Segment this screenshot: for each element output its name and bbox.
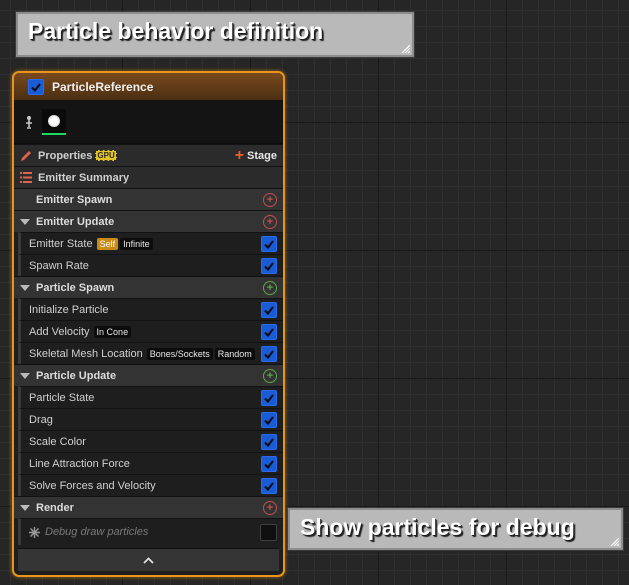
module-enable-checkbox[interactable] xyxy=(261,345,277,362)
emitter-summary-row[interactable]: Emitter Summary xyxy=(14,166,283,188)
module-tag: Bones/Sockets xyxy=(146,347,213,360)
module-label: Solve Forces and Velocity xyxy=(29,479,156,492)
emitter-thumbnail[interactable] xyxy=(42,108,66,135)
pencil-icon xyxy=(21,150,31,161)
checkmark-icon xyxy=(264,481,274,491)
checkmark-icon xyxy=(264,415,274,425)
module-tag: Self xyxy=(96,237,119,250)
add-module-icon[interactable]: + xyxy=(263,192,277,207)
collapse-arrow-icon[interactable] xyxy=(20,504,30,511)
emitter-enable-checkbox[interactable] xyxy=(28,78,44,95)
collapse-arrow-icon[interactable] xyxy=(20,218,30,225)
plus-icon: + xyxy=(234,146,245,164)
module-particle-state[interactable]: Particle State xyxy=(18,386,283,408)
node-title: ParticleReference xyxy=(52,79,154,94)
checkmark-icon xyxy=(264,437,274,447)
section-label: Emitter Spawn xyxy=(36,193,113,206)
section-particle-update[interactable]: Particle Update + xyxy=(14,364,283,386)
checkmark-icon xyxy=(264,305,274,315)
module-label: Skeletal Mesh Location xyxy=(29,347,143,360)
module-label: Line Attraction Force xyxy=(29,457,130,470)
module-drag[interactable]: Drag xyxy=(18,408,283,430)
module-label: Debug draw particles xyxy=(45,526,149,538)
module-solve-forces[interactable]: Solve Forces and Velocity xyxy=(18,474,283,496)
comment-text: Show particles for debug xyxy=(300,514,575,540)
module-skeletal-mesh-location[interactable]: Skeletal Mesh Location Bones/Sockets Ran… xyxy=(18,342,283,364)
checkmark-icon xyxy=(264,349,274,359)
section-render[interactable]: Render + xyxy=(14,496,283,518)
section-label: Particle Spawn xyxy=(36,281,115,294)
collapse-arrow-icon[interactable] xyxy=(20,372,30,379)
module-enable-checkbox[interactable] xyxy=(261,257,277,274)
comment-box-particle-behavior[interactable]: Particle behavior definition xyxy=(16,12,414,57)
module-label: Spawn Rate xyxy=(29,259,89,272)
module-enable-checkbox[interactable] xyxy=(261,389,277,406)
module-label: Emitter State xyxy=(29,237,93,250)
module-initialize-particle[interactable]: Initialize Particle xyxy=(18,298,283,320)
emitter-icon-row xyxy=(14,100,283,144)
add-module-icon[interactable]: + xyxy=(263,214,277,229)
stage-label: Stage xyxy=(247,149,277,162)
list-icon xyxy=(20,172,32,183)
resize-grip-icon[interactable] xyxy=(609,536,619,546)
comment-text: Particle behavior definition xyxy=(28,18,324,44)
module-tag: Infinite xyxy=(120,237,153,250)
add-stage-button[interactable]: + Stage xyxy=(234,146,277,164)
chevron-up-icon xyxy=(143,556,154,564)
emitter-summary-label: Emitter Summary xyxy=(38,171,130,184)
checkmark-icon xyxy=(264,459,274,469)
module-label: Particle State xyxy=(29,391,95,404)
section-emitter-update[interactable]: Emitter Update + xyxy=(14,210,283,232)
module-label: Drag xyxy=(29,413,53,426)
properties-row[interactable]: Properties GPU + Stage xyxy=(14,144,283,166)
module-enable-checkbox[interactable] xyxy=(261,477,277,494)
module-label: Add Velocity xyxy=(29,325,90,338)
checkmark-icon xyxy=(264,239,274,249)
module-enable-checkbox[interactable] xyxy=(261,301,277,318)
gpu-badge: GPU xyxy=(95,150,117,161)
checkmark-icon xyxy=(264,327,274,337)
properties-label: Properties xyxy=(38,149,93,162)
section-label: Emitter Update xyxy=(36,215,115,228)
module-enable-checkbox[interactable] xyxy=(261,411,277,428)
module-enable-checkbox[interactable] xyxy=(261,433,277,450)
resize-grip-icon[interactable] xyxy=(400,43,410,53)
module-add-velocity[interactable]: Add Velocity In Cone xyxy=(18,320,283,342)
module-tag: Random xyxy=(214,347,255,360)
checkmark-icon xyxy=(264,393,274,403)
node-header[interactable]: ParticleReference xyxy=(14,73,283,100)
add-module-icon[interactable]: + xyxy=(263,500,277,515)
collapse-node-button[interactable] xyxy=(18,548,279,571)
pin-icon[interactable] xyxy=(24,115,34,129)
emitter-node[interactable]: ParticleReference Properties GPU + Stage… xyxy=(12,71,285,577)
module-enable-checkbox[interactable] xyxy=(260,523,277,541)
comment-box-debug[interactable]: Show particles for debug xyxy=(288,508,623,550)
section-label: Particle Update xyxy=(36,369,117,382)
checkmark-icon xyxy=(264,261,274,271)
module-spawn-rate[interactable]: Spawn Rate xyxy=(18,254,283,276)
sprite-burst-icon xyxy=(29,526,40,538)
section-emitter-spawn[interactable]: Emitter Spawn + xyxy=(14,188,283,210)
sphere-icon xyxy=(48,114,60,127)
renderer-debug-draw[interactable]: Debug draw particles xyxy=(18,518,283,545)
module-enable-checkbox[interactable] xyxy=(261,235,277,252)
section-particle-spawn[interactable]: Particle Spawn + xyxy=(14,276,283,298)
module-enable-checkbox[interactable] xyxy=(261,323,277,340)
section-label: Render xyxy=(36,501,74,514)
module-enable-checkbox[interactable] xyxy=(261,455,277,472)
module-tag: In Cone xyxy=(93,325,132,338)
module-emitter-state[interactable]: Emitter State Self Infinite xyxy=(18,232,283,254)
collapse-arrow-icon[interactable] xyxy=(20,284,30,291)
add-module-icon[interactable]: + xyxy=(263,280,277,295)
module-line-attraction-force[interactable]: Line Attraction Force xyxy=(18,452,283,474)
module-scale-color[interactable]: Scale Color xyxy=(18,430,283,452)
checkmark-icon xyxy=(31,82,41,92)
module-label: Initialize Particle xyxy=(29,303,109,316)
module-label: Scale Color xyxy=(29,435,86,448)
add-module-icon[interactable]: + xyxy=(263,368,277,383)
